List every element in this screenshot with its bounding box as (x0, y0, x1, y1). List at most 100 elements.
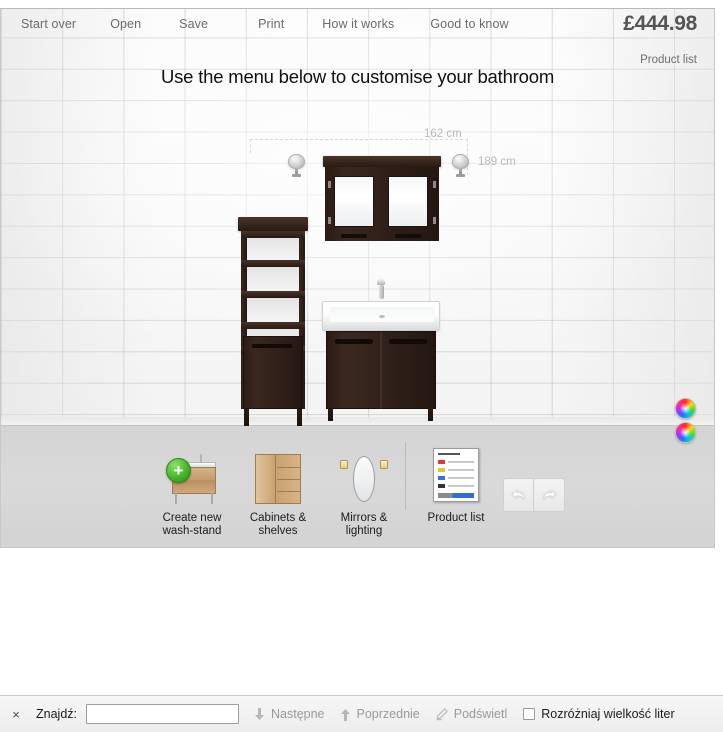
bathroom-planner-canvas[interactable]: 162 cm 189 cm Start over Open Save Print… (0, 8, 715, 548)
tool-cabinets-and-shelves[interactable]: Cabinets & shelves (237, 446, 319, 538)
tool-create-new-wash-stand[interactable]: + Create new wash-stand (151, 446, 233, 538)
shelf-opening (247, 267, 299, 291)
dimension-guide-vertical-left (250, 139, 251, 153)
highlighter-icon (436, 707, 448, 720)
cabinet-door (256, 455, 276, 503)
shelf-board (241, 231, 305, 238)
arrow-down-icon (255, 707, 264, 720)
cabinet-handle-right[interactable] (395, 234, 421, 238)
furniture-leg (328, 408, 333, 421)
shelf-board (241, 291, 305, 298)
lamp-base (292, 174, 301, 177)
wash-stand-leg (175, 493, 177, 504)
document-list-icon (433, 448, 479, 502)
lamp-base (456, 174, 465, 177)
cabinet-hinge (433, 217, 436, 224)
tool-label: Mirrors & lighting (341, 512, 388, 538)
wash-stand-add-icon: + (166, 446, 218, 504)
wash-basin[interactable] (322, 301, 440, 331)
shelf-board (241, 322, 305, 329)
tall-shelf-unit[interactable] (238, 217, 308, 426)
match-case-checkbox[interactable]: Rozróżniaj wielkość liter (523, 707, 675, 721)
tool-label-line1: Mirrors & (340, 512, 388, 524)
redo-arrow-icon (543, 489, 557, 500)
find-label: Znajdź: (36, 707, 77, 721)
cabinet-handle-left[interactable] (341, 234, 367, 238)
drawer-handle-right[interactable] (389, 339, 427, 344)
menu-item-print[interactable]: Print (248, 17, 294, 31)
shelf-board (241, 260, 305, 267)
wash-stand[interactable] (322, 279, 440, 426)
wall-lamp-left[interactable] (288, 154, 305, 177)
tool-product-list[interactable]: Product list (418, 448, 494, 525)
list-row (438, 468, 474, 472)
match-case-label: Rozróżniaj wielkość liter (541, 707, 675, 721)
find-next-button[interactable]: Następne (253, 707, 325, 722)
lamp-shade (288, 154, 305, 169)
close-icon[interactable]: × (8, 706, 24, 722)
cabinet-hinge (433, 181, 436, 188)
tool-label-line1: Cabinets & (249, 512, 307, 524)
tool-label: Product list (427, 512, 485, 524)
tool-label-line2: shelves (258, 525, 298, 537)
checkbox-box[interactable] (523, 708, 536, 720)
lamp-glyph-right (380, 460, 388, 469)
drawer-handle-left[interactable] (335, 339, 373, 344)
list-footer-bar (438, 493, 474, 498)
undo-button[interactable] (503, 478, 535, 512)
menu-item-good-to-know[interactable]: Good to know (420, 17, 518, 31)
mirror-panel-left (334, 176, 374, 227)
redo-button[interactable] (533, 478, 565, 512)
faucet-icon[interactable] (377, 279, 385, 301)
list-row (438, 476, 474, 480)
dimension-label-height: 189 cm (478, 156, 516, 168)
wash-stand-cabinet[interactable] (326, 331, 436, 410)
tool-label-line2: lighting (345, 525, 383, 537)
bottom-toolbar: + Create new wash-stand Cabinets & shelv… (1, 425, 714, 548)
cabinet-shelf (277, 479, 300, 480)
undo-arrow-icon (511, 489, 525, 500)
tool-group: + Create new wash-stand Cabinets & shelv… (151, 446, 409, 538)
toolbar-divider (405, 442, 406, 510)
find-previous-button[interactable]: Poprzednie (339, 707, 420, 722)
menu-item-start-over[interactable]: Start over (11, 17, 86, 31)
tool-label: Create new wash-stand (163, 512, 222, 538)
menu-item-how-it-works[interactable]: How it works (312, 17, 404, 31)
app-menu-bar: Start over Open Save Print How it works … (1, 8, 714, 40)
mirror-cabinet[interactable] (323, 156, 441, 241)
shelf-door-handle[interactable] (252, 344, 292, 348)
mirror-lamp-icon (338, 446, 390, 504)
lamp-shade (452, 154, 469, 169)
list-row (438, 460, 474, 464)
list-row (438, 484, 474, 488)
lamp-glyph-left (340, 460, 348, 469)
furniture-leg (297, 409, 302, 426)
search-input[interactable] (86, 704, 239, 724)
color-wheel-icon-wall[interactable] (675, 398, 696, 419)
menu-item-open[interactable]: Open (100, 17, 151, 31)
menu-item-save[interactable]: Save (169, 17, 218, 31)
list-title-line (438, 453, 460, 455)
shelf-opening (247, 298, 299, 322)
shelf-cornice (238, 217, 308, 231)
dimension-label-width: 162 cm (424, 128, 462, 140)
cabinet-body (325, 167, 439, 241)
find-highlight-button[interactable]: Podświetl (434, 707, 508, 722)
find-highlight-label: Podświetl (453, 707, 508, 721)
cabinet-hinge (328, 217, 331, 224)
cabinet-icon (255, 446, 301, 504)
tool-label-line2: wash-stand (162, 525, 222, 537)
cabinet-hinge (328, 181, 331, 188)
faucet-spout (378, 285, 384, 299)
product-list-link[interactable]: Product list (640, 54, 697, 66)
total-price: £444.98 (623, 12, 697, 35)
basin-drain (379, 315, 385, 318)
tool-label: Cabinets & shelves (250, 512, 306, 538)
wall-lamp-right[interactable] (452, 154, 469, 177)
furniture-leg (244, 409, 249, 426)
cabinet-shelf (277, 467, 300, 468)
tool-label-line1: Create new (162, 512, 222, 524)
shelf-cabinet-door[interactable] (243, 336, 303, 409)
tool-mirrors-and-lighting[interactable]: Mirrors & lighting (323, 446, 405, 538)
color-wheel-icon-floor[interactable] (675, 422, 696, 443)
